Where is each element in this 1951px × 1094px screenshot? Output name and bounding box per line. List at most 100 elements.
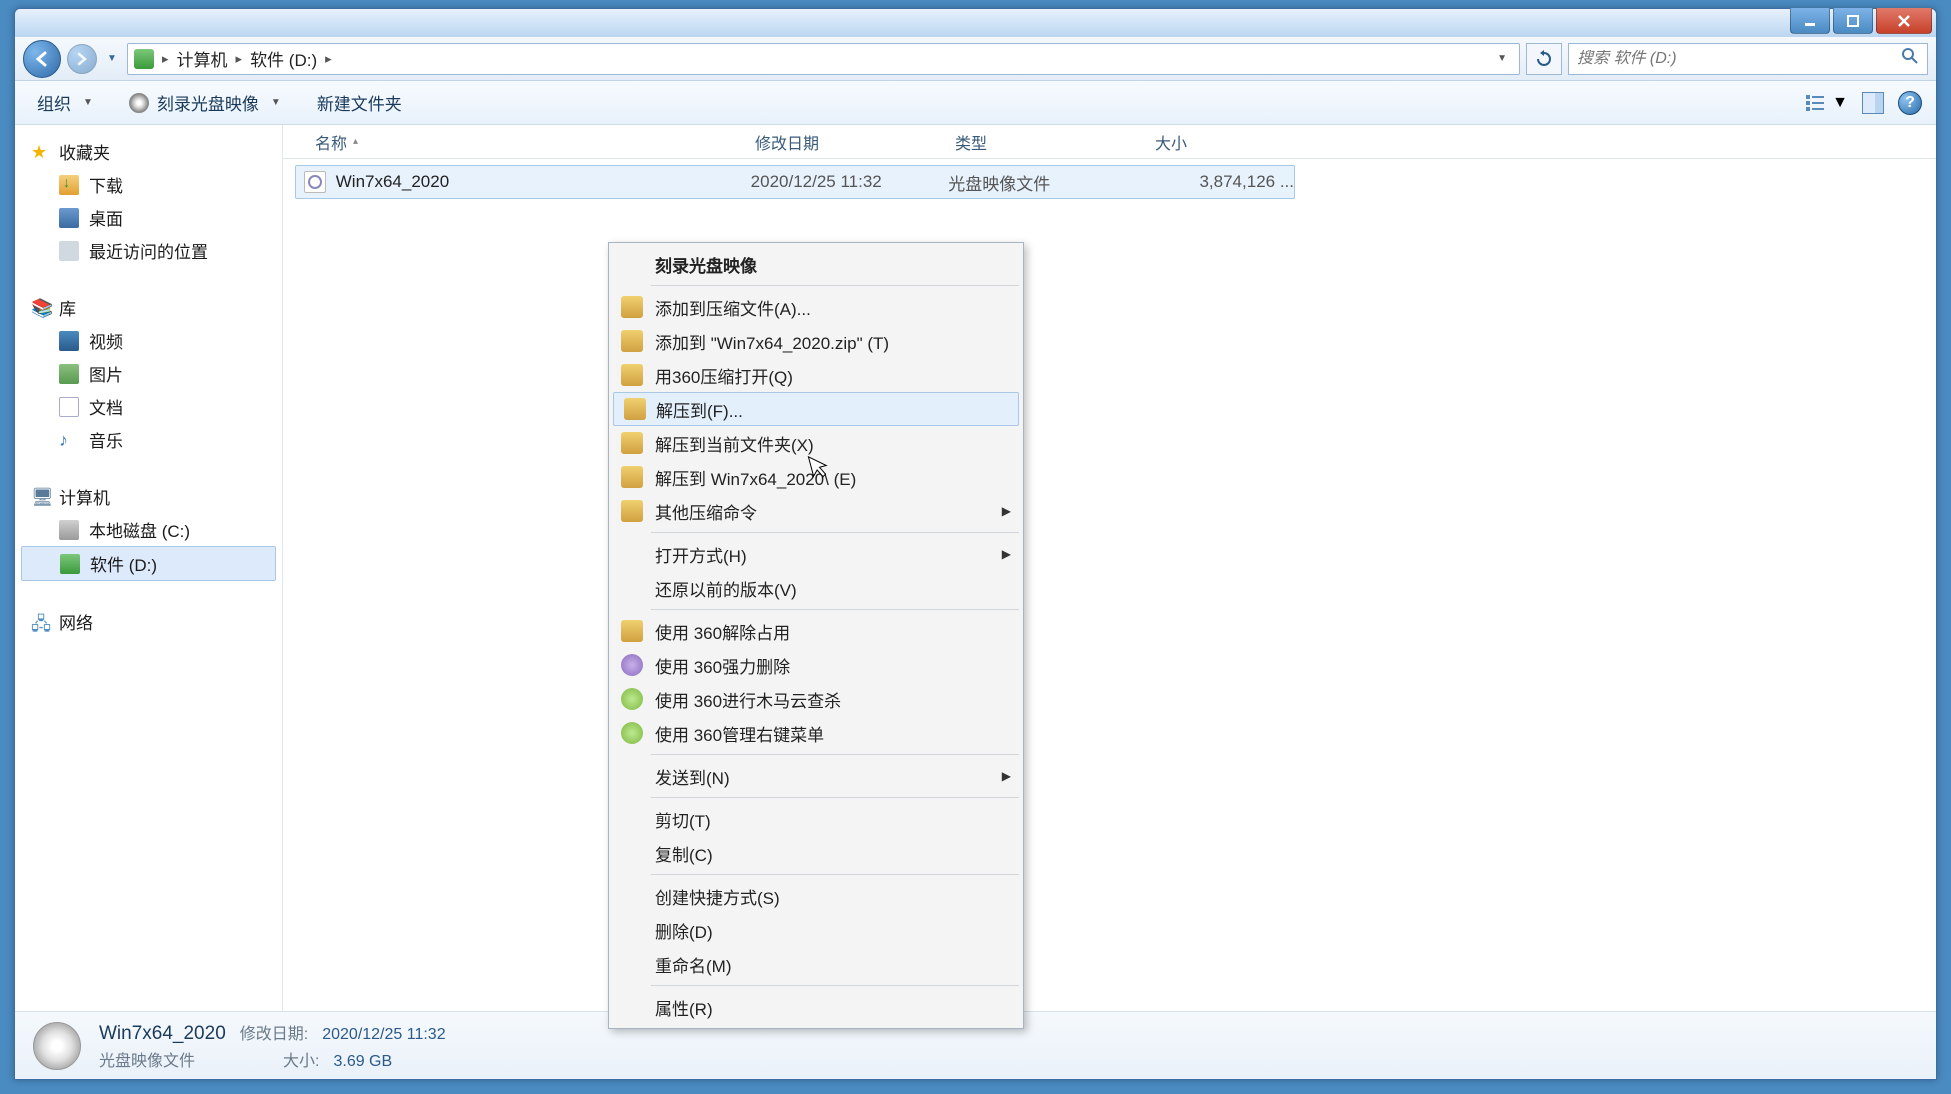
context-menu-item[interactable]: 解压到 Win7x64_2020\ (E) — [611, 460, 1021, 494]
context-menu-item[interactable]: 剪切(T) — [611, 802, 1021, 836]
context-menu-item[interactable]: 打开方式(H) ▶ — [611, 537, 1021, 571]
address-bar[interactable]: ▸ 计算机 ▸ 软件 (D:) ▸ ▼ — [127, 43, 1520, 75]
context-menu-label: 打开方式(H) — [655, 542, 747, 567]
minimize-button[interactable] — [1790, 8, 1830, 34]
address-dropdown-icon[interactable]: ▼ — [1491, 53, 1513, 64]
status-size-label: 大小: — [283, 1047, 319, 1071]
context-menu-item[interactable]: 用360压缩打开(Q) — [611, 358, 1021, 392]
sidebar-documents[interactable]: 文档 — [21, 390, 276, 423]
organize-button[interactable]: 组织 ▼ — [29, 86, 101, 119]
newfolder-label: 新建文件夹 — [317, 90, 402, 115]
context-menu-item[interactable]: 使用 360强力删除 — [611, 648, 1021, 682]
context-menu-label: 使用 360管理右键菜单 — [655, 721, 824, 746]
downloads-icon — [59, 175, 79, 195]
file-row[interactable]: Win7x64_2020 2020/12/25 11:32 光盘映像文件 3,8… — [295, 165, 1295, 199]
context-menu-item[interactable]: 刻录光盘映像 — [611, 247, 1021, 281]
context-menu-label: 其他压缩命令 — [655, 499, 757, 524]
context-menu-label: 删除(D) — [655, 918, 713, 943]
refresh-button[interactable] — [1526, 43, 1562, 75]
network-icon: 🖧 — [31, 612, 51, 632]
context-menu-label: 刻录光盘映像 — [655, 252, 757, 277]
context-menu-label: 解压到(F)... — [656, 397, 743, 422]
context-menu-item[interactable]: 解压到(F)... — [613, 392, 1019, 426]
organize-label: 组织 — [37, 90, 71, 115]
sidebar-music[interactable]: ♪音乐 — [21, 423, 276, 456]
titlebar — [15, 9, 1936, 37]
zip-icon — [621, 364, 643, 386]
context-menu-item[interactable]: 使用 360解除占用 — [611, 614, 1021, 648]
sidebar-videos[interactable]: 视频 — [21, 324, 276, 357]
status-date-label: 修改日期: — [240, 1020, 308, 1044]
breadcrumb-computer[interactable]: 计算机 — [177, 46, 228, 71]
context-menu-item[interactable]: 使用 360进行木马云查杀 — [611, 682, 1021, 716]
burn-disc-image-button[interactable]: 刻录光盘映像 ▼ — [121, 86, 289, 119]
history-dropdown[interactable]: ▼ — [103, 44, 121, 74]
maximize-button[interactable] — [1833, 8, 1873, 34]
sidebar-drive-d[interactable]: 软件 (D:) — [21, 546, 276, 581]
hdd-icon — [59, 520, 79, 540]
context-menu-label: 使用 360进行木马云查杀 — [655, 687, 841, 712]
zip-icon — [621, 432, 643, 454]
context-menu-item[interactable]: 使用 360管理右键菜单 — [611, 716, 1021, 750]
context-menu-label: 创建快捷方式(S) — [655, 884, 780, 909]
box-icon — [621, 620, 643, 642]
column-header-type[interactable]: 类型 — [943, 130, 1143, 154]
music-icon: ♪ — [59, 430, 79, 450]
context-menu-item[interactable]: 其他压缩命令▶ — [611, 494, 1021, 528]
search-icon[interactable] — [1901, 47, 1919, 70]
sidebar-desktop[interactable]: 桌面 — [21, 201, 276, 234]
column-header-date[interactable]: 修改日期 — [743, 130, 943, 154]
context-menu-item[interactable]: 删除(D) — [611, 913, 1021, 947]
context-menu-item[interactable]: 添加到压缩文件(A)... — [611, 290, 1021, 324]
column-header-size[interactable]: 大小 — [1143, 130, 1313, 154]
close-button[interactable] — [1876, 8, 1932, 34]
sidebar-pictures[interactable]: 图片 — [21, 357, 276, 390]
context-menu-label: 发送到(N) — [655, 764, 730, 789]
submenu-arrow-icon: ▶ — [1002, 769, 1011, 783]
sidebar-recent[interactable]: 最近访问的位置 — [21, 234, 276, 267]
window-controls — [1790, 8, 1932, 34]
context-menu-label: 解压到 Win7x64_2020\ (E) — [655, 465, 856, 490]
context-menu-item[interactable]: 创建快捷方式(S) — [611, 879, 1021, 913]
forward-button[interactable] — [67, 44, 97, 74]
desktop-icon — [59, 208, 79, 228]
context-menu-item[interactable]: 属性(R) — [611, 990, 1021, 1024]
breadcrumb-drive[interactable]: 软件 (D:) — [250, 46, 317, 71]
disc-icon — [129, 93, 149, 113]
sidebar-downloads[interactable]: 下载 — [21, 168, 276, 201]
breadcrumb-sep-icon: ▸ — [236, 51, 243, 67]
context-menu-item[interactable]: 发送到(N) ▶ — [611, 759, 1021, 793]
submenu-arrow-icon: ▶ — [1002, 547, 1011, 561]
status-date-value: 2020/12/25 11:32 — [322, 1026, 445, 1044]
column-header-name[interactable]: 名称▴ — [303, 130, 743, 154]
sidebar-drive-c[interactable]: 本地磁盘 (C:) — [21, 513, 276, 546]
preview-pane-button[interactable] — [1862, 92, 1884, 114]
back-button[interactable] — [23, 40, 61, 78]
context-menu-item[interactable]: 还原以前的版本(V) — [611, 571, 1021, 605]
context-menu-item[interactable]: 复制(C) — [611, 836, 1021, 870]
new-folder-button[interactable]: 新建文件夹 — [309, 86, 410, 119]
context-menu-item[interactable]: 添加到 "Win7x64_2020.zip" (T) — [611, 324, 1021, 358]
context-menu-item[interactable]: 解压到当前文件夹(X) — [611, 426, 1021, 460]
context-menu-label: 使用 360解除占用 — [655, 619, 790, 644]
context-menu-label: 重命名(M) — [655, 952, 731, 977]
network-header[interactable]: 🖧 网络 — [21, 605, 276, 638]
zip-icon — [621, 500, 643, 522]
context-menu-separator — [651, 985, 1019, 986]
burn-label: 刻录光盘映像 — [157, 90, 259, 115]
search-input[interactable] — [1577, 50, 1901, 68]
green-icon — [621, 722, 643, 744]
context-menu-separator — [651, 609, 1019, 610]
context-menu-item[interactable]: 重命名(M) — [611, 947, 1021, 981]
column-headers: 名称▴ 修改日期 类型 大小 — [283, 125, 1936, 159]
computer-header[interactable]: 🖥 计算机 — [21, 480, 276, 513]
view-options-button[interactable]: ▼ — [1804, 92, 1848, 114]
computer-icon: 🖥 — [31, 487, 51, 507]
help-button[interactable]: ? — [1898, 91, 1922, 115]
libraries-header[interactable]: 📚 库 — [21, 291, 276, 324]
search-box[interactable] — [1568, 43, 1928, 75]
context-menu-label: 使用 360强力删除 — [655, 653, 790, 678]
star-icon: ★ — [31, 142, 51, 162]
file-list[interactable]: Win7x64_2020 2020/12/25 11:32 光盘映像文件 3,8… — [283, 159, 1936, 1011]
favorites-header[interactable]: ★ 收藏夹 — [21, 135, 276, 168]
